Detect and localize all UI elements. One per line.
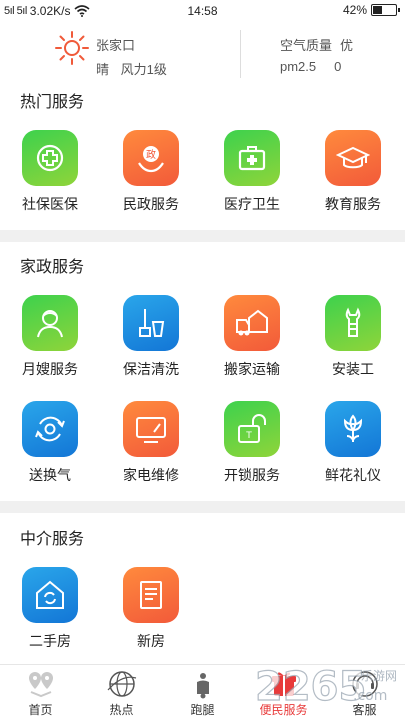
tile-flowers[interactable]: 鲜花礼仪 — [313, 401, 393, 485]
pm25: pm2.5 0 — [280, 59, 341, 74]
tile-label: 保洁清洗 — [123, 361, 179, 377]
mop-bucket-icon — [123, 295, 179, 351]
tile-civil-affairs[interactable]: 政 民政服务 — [111, 130, 191, 214]
site-watermark: 2265 .com 乐游网 — [253, 656, 403, 716]
svg-text:乐游网: 乐游网 — [361, 669, 397, 683]
status-right: 42% — [342, 3, 400, 17]
home-map-pin-icon — [28, 672, 53, 698]
tv-repair-icon — [123, 401, 179, 457]
weather-condition: 晴 风力1级 — [96, 59, 167, 78]
pm25-value: 0 — [334, 59, 342, 74]
tab-label: 跑腿 — [190, 703, 215, 717]
section-divider — [0, 230, 405, 242]
second-hand-house-icon — [22, 567, 78, 623]
svg-text:政: 政 — [146, 148, 156, 161]
svg-text:.com: .com — [353, 688, 387, 704]
tile-social-security[interactable]: 社保医保 — [10, 130, 90, 214]
tile-label: 二手房 — [29, 633, 71, 649]
tile-new-house[interactable]: 新房 — [111, 567, 191, 651]
tile-label: 送换气 — [29, 467, 71, 483]
tile-gas-delivery[interactable]: 送换气 — [10, 401, 90, 485]
tile-moving[interactable]: 搬家运输 — [212, 295, 292, 379]
tile-medical-health[interactable]: 医疗卫生 — [212, 130, 292, 214]
moving-truck-icon — [224, 295, 280, 351]
tab-errands[interactable]: 跑腿 — [162, 665, 243, 720]
tile-label: 搬家运输 — [224, 361, 280, 377]
tile-second-hand-house[interactable]: 二手房 — [10, 567, 90, 651]
tile-nanny[interactable]: 月嫂服务 — [10, 295, 90, 379]
nanny-icon — [22, 295, 78, 351]
tab-label: 热点 — [109, 703, 134, 717]
tile-label: 社保医保 — [22, 196, 78, 212]
medical-cross-icon — [22, 130, 78, 186]
tile-label: 开锁服务 — [224, 467, 280, 483]
tile-label: 新房 — [137, 633, 165, 649]
weather-divider — [240, 30, 241, 78]
section-title-housekeeping: 家政服务 — [20, 259, 85, 276]
pm25-label: pm2.5 — [280, 59, 317, 74]
wrench-hand-icon — [325, 295, 381, 351]
flower-icon — [325, 401, 381, 457]
weather-city: 张家口 — [96, 38, 136, 53]
tile-education[interactable]: 教育服务 — [313, 130, 393, 214]
graduation-cap-icon — [325, 130, 381, 186]
watermark-logo: 2265 .com 乐游网 — [254, 663, 397, 710]
tile-label: 安装工 — [332, 361, 374, 377]
section-title-hot-services: 热门服务 — [20, 94, 85, 111]
tile-label: 家电维修 — [123, 467, 179, 483]
air-quality: 空气质量优 — [280, 35, 353, 54]
tab-home[interactable]: 首页 — [0, 665, 81, 720]
air-quality-label: 空气质量 — [280, 38, 333, 53]
gas-exchange-icon — [22, 401, 78, 457]
svg-text:T: T — [245, 431, 252, 441]
battery-percent: 42% — [342, 3, 367, 17]
scooter-icon — [196, 673, 209, 699]
section-title-agency: 中介服务 — [20, 531, 85, 548]
civil-affairs-icon: 政 — [123, 130, 179, 186]
battery-icon — [371, 4, 400, 16]
tile-label: 教育服务 — [325, 196, 381, 212]
tile-cleaning[interactable]: 保洁清洗 — [111, 295, 191, 379]
air-quality-value: 优 — [340, 38, 354, 53]
tab-label: 首页 — [28, 703, 53, 717]
globe-icon — [107, 671, 136, 697]
tile-installer[interactable]: 安装工 — [313, 295, 393, 379]
tile-label: 月嫂服务 — [22, 361, 78, 377]
status-bar: 5ıl 5ıl 3.02K/s 14:58 42% — [0, 0, 405, 22]
weather-panel[interactable]: 张家口 晴 风力1级 空气质量优 pm2.5 0 — [0, 22, 405, 84]
sun-icon — [55, 31, 89, 65]
weather-wind: 风力1级 — [120, 62, 167, 77]
new-house-doc-icon — [123, 567, 179, 623]
tile-appliance-repair[interactable]: 家电维修 — [111, 401, 191, 485]
tile-label: 鲜花礼仪 — [325, 467, 381, 483]
tile-label: 民政服务 — [123, 196, 179, 212]
unlock-icon: T — [224, 401, 280, 457]
tile-label: 医疗卫生 — [224, 196, 280, 212]
tab-hot[interactable]: 热点 — [81, 665, 162, 720]
svg-text:2265: 2265 — [255, 664, 366, 710]
weather-condition-text: 晴 — [96, 62, 110, 77]
tile-locksmith[interactable]: T 开锁服务 — [212, 401, 292, 485]
section-divider — [0, 501, 405, 513]
medical-kit-icon — [224, 130, 280, 186]
